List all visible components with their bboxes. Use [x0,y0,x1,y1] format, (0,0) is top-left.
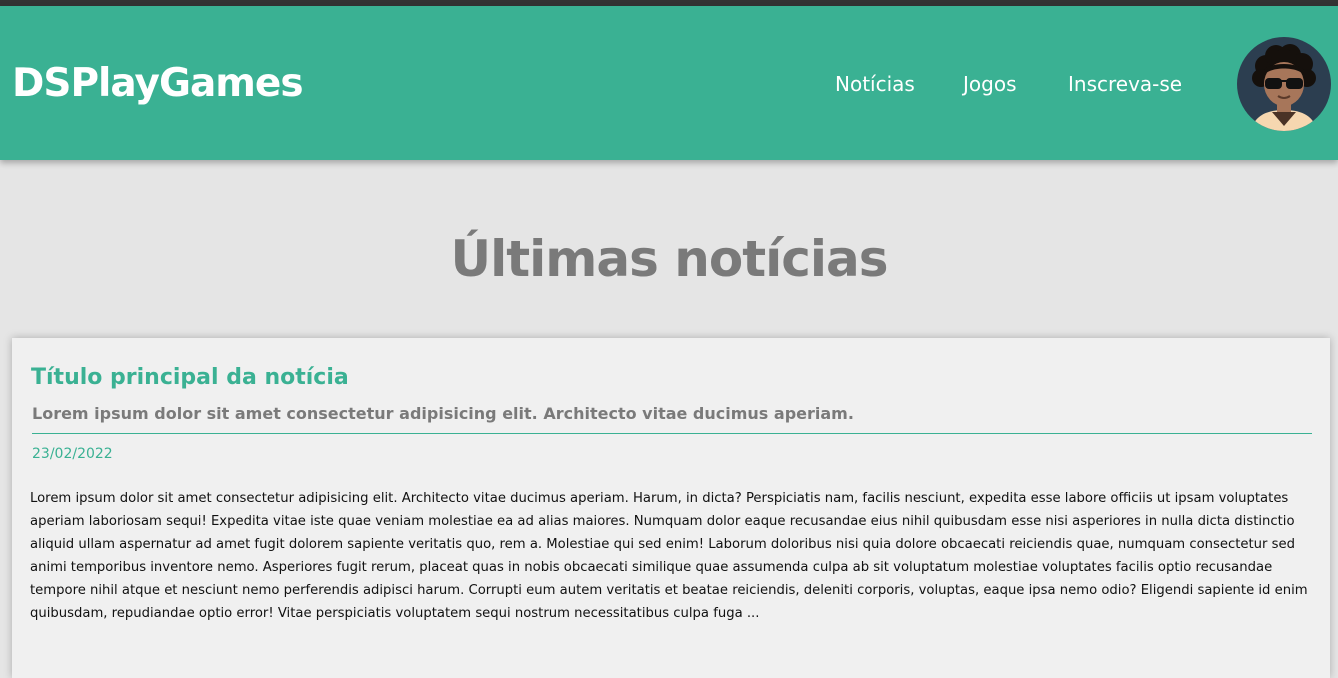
nav-link-jogos[interactable]: Jogos [963,70,1017,98]
news-subtitle: Lorem ipsum dolor sit amet consectetur a… [32,404,854,423]
site-header: DSPlayGames Notícias Jogos Inscreva-se [0,6,1338,160]
news-card: Título principal da notícia Lorem ipsum … [12,338,1330,678]
news-date: 23/02/2022 [32,446,113,462]
news-body: Lorem ipsum dolor sit amet consectetur a… [30,491,1308,621]
divider [32,433,1312,434]
brand-logo[interactable]: DSPlayGames [12,58,304,110]
news-title[interactable]: Título principal da notícia [31,362,349,394]
nav-link-inscreva-se[interactable]: Inscreva-se [1068,70,1182,98]
page-title: Últimas notícias [450,230,888,288]
nav-link-noticias[interactable]: Notícias [835,70,915,98]
user-avatar-icon[interactable] [1236,36,1332,132]
avatar-illustration [1237,37,1331,131]
